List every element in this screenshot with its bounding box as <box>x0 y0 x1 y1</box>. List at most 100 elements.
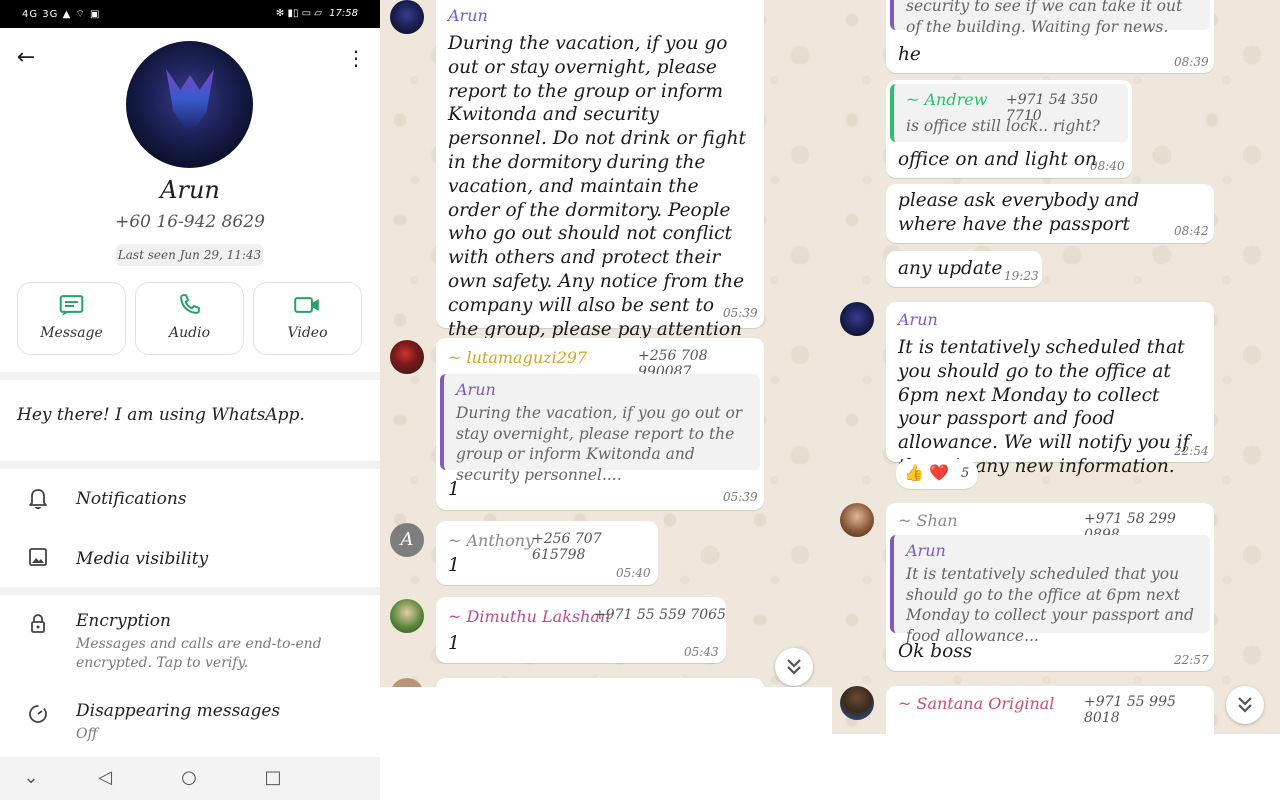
message-time: 05:40 <box>616 566 651 580</box>
notifications-setting[interactable]: Notifications <box>0 480 380 530</box>
notifications-label: Notifications <box>76 489 187 509</box>
quoted-sender: Arun <box>906 541 946 560</box>
double-chevron-down-icon <box>1238 697 1252 713</box>
image-icon <box>29 548 47 566</box>
message-icon <box>59 295 84 316</box>
sender-name[interactable]: ~ Dimuthu Lakshan <box>448 607 610 626</box>
encryption-setting[interactable]: Encryption Messages and calls are end-to… <box>0 600 380 680</box>
message-label: Message <box>40 325 103 341</box>
message-bubble[interactable]: Arun It is tentatively scheduled that yo… <box>886 302 1214 477</box>
quoted-message[interactable]: Arun During the vacation, if you go out … <box>440 374 760 484</box>
reaction-count: 5 <box>961 466 970 481</box>
timer-icon <box>29 705 47 723</box>
sender-name[interactable]: ~ Shan <box>898 511 958 530</box>
nav-recents-icon[interactable]: □ <box>258 765 288 791</box>
avatar[interactable] <box>390 599 424 633</box>
contact-name: Arun <box>160 176 220 204</box>
back-arrow-icon[interactable]: ← <box>12 44 40 72</box>
section-divider <box>0 372 380 380</box>
clock: 17:58 <box>329 8 358 19</box>
sender-phone: +971 55 995 8018 <box>1084 694 1176 726</box>
quoted-message[interactable]: security to see if we can take it out of… <box>890 0 1210 36</box>
message-button[interactable]: Message <box>17 282 126 355</box>
disappearing-title: Disappearing messages <box>76 701 281 721</box>
battery-icons: ✻ ▮▯ ▭ ▱ <box>275 8 322 19</box>
status-right: ✻ ▮▯ ▭ ▱ 17:58 <box>276 8 358 19</box>
avatar-art <box>166 69 214 129</box>
message-bubble[interactable]: ~ Santana Original +971 55 995 8018 <box>886 686 1214 734</box>
message-bubble[interactable]: ~ Anthony +256 707 615798 1 05:40 <box>436 521 658 585</box>
message-text: please ask everybody and where have the … <box>898 190 1140 235</box>
quoted-message[interactable]: ~ Andrew +971 54 350 7710 is office stil… <box>890 84 1128 142</box>
section-divider <box>0 587 380 595</box>
quoted-message[interactable]: Arun It is tentatively scheduled that yo… <box>890 535 1210 645</box>
reaction-pill[interactable]: 👍 ❤️ 5 <box>896 459 978 489</box>
chat-panel-left[interactable]: Arun During the vacation, if you go out … <box>380 0 832 687</box>
last-seen-badge: Last seen Jun 29, 11:43 <box>116 244 263 266</box>
scroll-down-button[interactable] <box>1226 686 1264 724</box>
status-bar: 4G 3G ▲ ⌔ ▣ ✻ ▮▯ ▭ ▱ 17:58 <box>0 0 380 28</box>
message-text: 1 <box>448 633 460 654</box>
phone-icon <box>180 294 200 314</box>
quoted-text: It is tentatively scheduled that you sho… <box>906 565 1194 645</box>
sender-name[interactable]: Arun <box>448 6 488 25</box>
nav-back-icon[interactable]: ◁ <box>90 765 120 791</box>
quoted-text: security to see if we can take it out of… <box>906 0 1183 36</box>
message-bubble[interactable]: ~ lutamaguzi297 +256 708 990087 Arun Dur… <box>436 338 764 510</box>
disappearing-subtitle: Off <box>76 726 98 742</box>
bell-icon <box>29 489 47 510</box>
message-bubble[interactable]: any update 19:23 <box>886 251 1042 287</box>
message-time: 22:54 <box>1174 444 1209 458</box>
sender-name[interactable]: ~ lutamaguzi297 <box>448 348 587 367</box>
message-time: 19:23 <box>1004 269 1039 283</box>
avatar[interactable] <box>840 686 874 720</box>
avatar[interactable]: A <box>390 523 424 557</box>
contact-phone: +60 16-942 8629 <box>115 212 265 232</box>
quoted-sender: Arun <box>456 380 496 399</box>
encryption-subtitle: Messages and calls are end-to-end encryp… <box>76 636 322 671</box>
message-bubble[interactable] <box>436 678 764 687</box>
message-text: During the vacation, if you go out or st… <box>448 33 746 387</box>
message-bubble[interactable]: security to see if we can take it out of… <box>886 0 1214 73</box>
message-text: 1 <box>448 555 460 576</box>
video-label: Video <box>287 325 328 341</box>
message-bubble[interactable]: ~ Shan +971 58 299 0898 Arun It is tenta… <box>886 503 1214 671</box>
media-visibility-setting[interactable]: Media visibility <box>0 540 380 590</box>
avatar[interactable] <box>390 678 424 687</box>
message-time: 08:40 <box>1090 159 1125 173</box>
lock-icon <box>31 614 45 633</box>
sender-name[interactable]: ~ Anthony <box>448 531 534 550</box>
message-time: 08:42 <box>1174 224 1209 238</box>
contact-avatar[interactable] <box>126 41 253 168</box>
message-text: any update <box>898 258 1003 279</box>
encryption-title: Encryption <box>76 611 171 631</box>
disappearing-messages-setting[interactable]: Disappearing messages Off <box>0 695 380 750</box>
video-call-button[interactable]: Video <box>253 282 362 355</box>
avatar[interactable] <box>390 340 424 374</box>
sender-name[interactable]: Arun <box>898 310 938 329</box>
video-icon <box>294 297 319 313</box>
section-divider <box>0 461 380 469</box>
message-text: Ok boss <box>898 641 973 662</box>
message-time: 05:43 <box>684 645 719 659</box>
quoted-text: is office still lock.. right? <box>906 117 1100 135</box>
audio-label: Audio <box>169 325 210 341</box>
message-text: office on and light on <box>898 149 1097 170</box>
message-bubble[interactable]: Arun During the vacation, if you go out … <box>436 0 764 387</box>
nav-hide-icon[interactable]: ⌄ <box>16 765 46 791</box>
nav-home-icon[interactable]: ○ <box>174 765 204 791</box>
more-options-icon[interactable]: ⋮ <box>342 44 370 72</box>
avatar[interactable] <box>840 503 874 537</box>
message-text: 1 <box>448 479 460 500</box>
message-bubble[interactable]: ~ Dimuthu Lakshan +971 55 559 7065 1 05:… <box>436 597 726 663</box>
audio-call-button[interactable]: Audio <box>135 282 244 355</box>
about-status: Hey there! I am using WhatsApp. <box>17 405 305 425</box>
sender-name[interactable]: ~ Santana Original <box>898 694 1054 713</box>
message-bubble[interactable]: please ask everybody and where have the … <box>886 184 1214 243</box>
chat-panel-right[interactable]: security to see if we can take it out of… <box>832 0 1280 734</box>
avatar[interactable] <box>390 0 424 34</box>
scroll-down-button[interactable] <box>775 648 813 686</box>
message-time: 08:39 <box>1174 55 1209 69</box>
message-bubble[interactable]: ~ Andrew +971 54 350 7710 is office stil… <box>886 80 1132 178</box>
avatar[interactable] <box>840 302 874 336</box>
